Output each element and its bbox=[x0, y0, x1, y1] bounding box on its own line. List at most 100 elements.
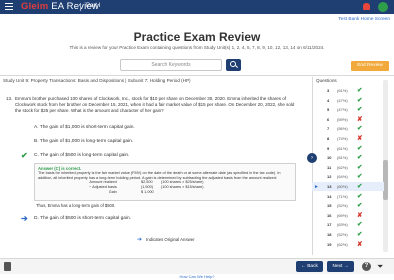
question-list-item[interactable]: 18 (52%) ✔ bbox=[312, 230, 384, 239]
question-list-item[interactable]: 10 (81%) ✔ bbox=[312, 153, 384, 162]
correct-check-icon: ✔ bbox=[357, 192, 363, 200]
question-list-percent: (47%) bbox=[337, 97, 348, 103]
question-list-percent: (81%) bbox=[337, 155, 348, 161]
question-list-number: 8 bbox=[327, 136, 330, 141]
question-list-item[interactable]: 5 (47%) ✔ bbox=[312, 105, 384, 114]
correct-check-icon: ✔ bbox=[357, 173, 363, 181]
help-link[interactable]: How Can We Help? bbox=[0, 274, 394, 279]
question-list-percent: (56%) bbox=[337, 126, 348, 132]
correct-check-icon: ✔ bbox=[21, 151, 28, 160]
chevron-right-icon[interactable]: › bbox=[307, 153, 317, 163]
question-list-number: 9 bbox=[327, 145, 330, 151]
question-list-percent: (60%) bbox=[337, 184, 348, 189]
question-list-number: 12 bbox=[327, 174, 332, 180]
choice-b[interactable]: B. The gain of $1,000 is long-term capit… bbox=[34, 139, 133, 144]
question-list-number: 18 bbox=[327, 232, 332, 237]
correct-check-icon: ✔ bbox=[357, 154, 363, 162]
filter-icon[interactable]: ⏷ bbox=[377, 262, 383, 271]
question-list-percent: (52%) bbox=[337, 232, 348, 237]
question-list-number: 13 bbox=[327, 184, 332, 189]
question-list-item[interactable]: 11 (62%) ✔ bbox=[312, 163, 384, 172]
calc-values: $2,500 (1,500) $ 1,000 bbox=[141, 180, 154, 195]
divider bbox=[80, 3, 81, 11]
search-button[interactable] bbox=[226, 59, 241, 71]
user-avatar-icon[interactable] bbox=[378, 2, 388, 12]
original-answer-arrow-icon: ➔ bbox=[21, 214, 28, 223]
calc-labels: Amount realized − Adjusted basis Gain bbox=[89, 180, 117, 195]
help-icon[interactable]: ? bbox=[362, 262, 371, 271]
home-link[interactable]: Test Bank Home Screen bbox=[338, 17, 390, 22]
question-list-item[interactable]: 4 (47%) ✔ bbox=[312, 96, 384, 105]
question-list-percent: (47%) bbox=[337, 107, 348, 113]
question-list-item[interactable]: 17 (63%) ✔ bbox=[312, 220, 384, 229]
question-list-item[interactable]: 19 (62%) ✘ bbox=[312, 240, 384, 249]
correct-check-icon: ✔ bbox=[357, 96, 363, 104]
correct-check-icon: ✔ bbox=[357, 106, 363, 114]
question-list-item[interactable]: 14 (71%) ✔ bbox=[312, 192, 384, 201]
question-list-item[interactable]: 15 (52%) ✔ bbox=[312, 201, 384, 210]
correct-check-icon: ✔ bbox=[357, 202, 363, 210]
question-list-percent: (61%) bbox=[337, 145, 348, 151]
choice-a[interactable]: A. The gain of $1,000 is short-term capi… bbox=[34, 125, 135, 130]
question-list-item[interactable]: 16 (69%) ✘ bbox=[312, 211, 384, 220]
question-list-item[interactable]: 12 (64%) ✔ bbox=[312, 172, 384, 181]
question-list-number: 5 bbox=[327, 107, 330, 113]
arrow-icon: ➔ bbox=[137, 237, 143, 243]
search-icon bbox=[230, 61, 236, 67]
calculator-icon[interactable] bbox=[4, 262, 11, 271]
choice-c[interactable]: ✔ C. The gain of $500 is long-term capit… bbox=[21, 151, 129, 160]
incorrect-x-icon: ✘ bbox=[357, 211, 363, 219]
correct-check-icon: ✔ bbox=[357, 87, 363, 94]
question-list-number: 15 bbox=[327, 203, 332, 209]
panel-title: Questions bbox=[316, 78, 337, 83]
question-list-percent: (62%) bbox=[337, 164, 348, 170]
correct-check-icon: ✔ bbox=[357, 125, 363, 133]
question-list-number: 10 bbox=[327, 155, 332, 161]
question-list-percent: (71%) bbox=[337, 193, 348, 199]
incorrect-x-icon: ✘ bbox=[357, 135, 363, 142]
answer-conclusion: Thus, Emma has a long-term gain of $500. bbox=[36, 203, 116, 208]
calc-notes: (100 shares × $25/share) (100 shares × $… bbox=[161, 180, 204, 190]
question-list-number: 16 bbox=[327, 212, 332, 218]
question-list-percent: (63%) bbox=[337, 222, 348, 228]
bell-icon[interactable] bbox=[363, 3, 370, 10]
search-input[interactable]: Search Keywords bbox=[120, 59, 222, 71]
end-review-button[interactable]: End Review bbox=[351, 61, 389, 71]
question-list-percent: (61%) bbox=[337, 88, 348, 93]
question-list-percent: (62%) bbox=[337, 241, 348, 247]
question-list-number: 3 bbox=[327, 88, 330, 93]
menu-icon[interactable] bbox=[5, 3, 13, 10]
question-text: Emma's brother purchased 100 shares of C… bbox=[15, 96, 295, 113]
correct-check-icon: ✔ bbox=[357, 144, 363, 152]
page-subtitle: This is a review for your Practice Exam … bbox=[69, 45, 325, 50]
question-list-percent: (52%) bbox=[337, 203, 348, 209]
question-number: 13. bbox=[6, 96, 13, 101]
question-list-number: 19 bbox=[327, 241, 332, 247]
question-list-percent: (64%) bbox=[337, 174, 348, 180]
next-button[interactable]: Next → bbox=[327, 261, 354, 272]
question-list-item[interactable]: 9 (61%) ✔ bbox=[312, 144, 384, 153]
question-list-percent: (59%) bbox=[337, 116, 348, 122]
question-list-number: 17 bbox=[327, 222, 332, 228]
choice-d[interactable]: ➔ D. The gain of $500 is short-term capi… bbox=[21, 214, 131, 223]
question-list-number: 6 bbox=[327, 116, 330, 122]
correct-check-icon: ✔ bbox=[357, 231, 363, 238]
current-question-icon: ► bbox=[314, 184, 319, 190]
question: 13. Emma's brother purchased 100 shares … bbox=[6, 96, 296, 114]
question-list-number: 4 bbox=[327, 97, 330, 103]
question-list-item[interactable]: 7 (56%) ✔ bbox=[312, 124, 384, 133]
correct-check-icon: ✔ bbox=[357, 221, 363, 229]
divider bbox=[0, 75, 394, 76]
back-button[interactable]: ← Back bbox=[296, 261, 323, 272]
question-list-item[interactable]: ► 13 (60%) ✔ bbox=[312, 182, 384, 191]
question-list-item[interactable]: 3 (61%) ✔ bbox=[312, 86, 384, 95]
question-list-number: 11 bbox=[327, 164, 332, 170]
answer-explanation: Answer (C) is correct. The basis for inh… bbox=[34, 163, 296, 201]
top-bar: Gleim EA Review Part I bbox=[0, 0, 394, 14]
question-list-number: 7 bbox=[327, 126, 330, 132]
incorrect-x-icon: ✘ bbox=[357, 115, 363, 123]
question-list-item[interactable]: 6 (59%) ✘ bbox=[312, 115, 384, 124]
incorrect-x-icon: ✘ bbox=[357, 240, 363, 248]
question-list-percent: (69%) bbox=[337, 212, 348, 218]
question-list-item[interactable]: 8 (74%) ✘ bbox=[312, 134, 384, 143]
